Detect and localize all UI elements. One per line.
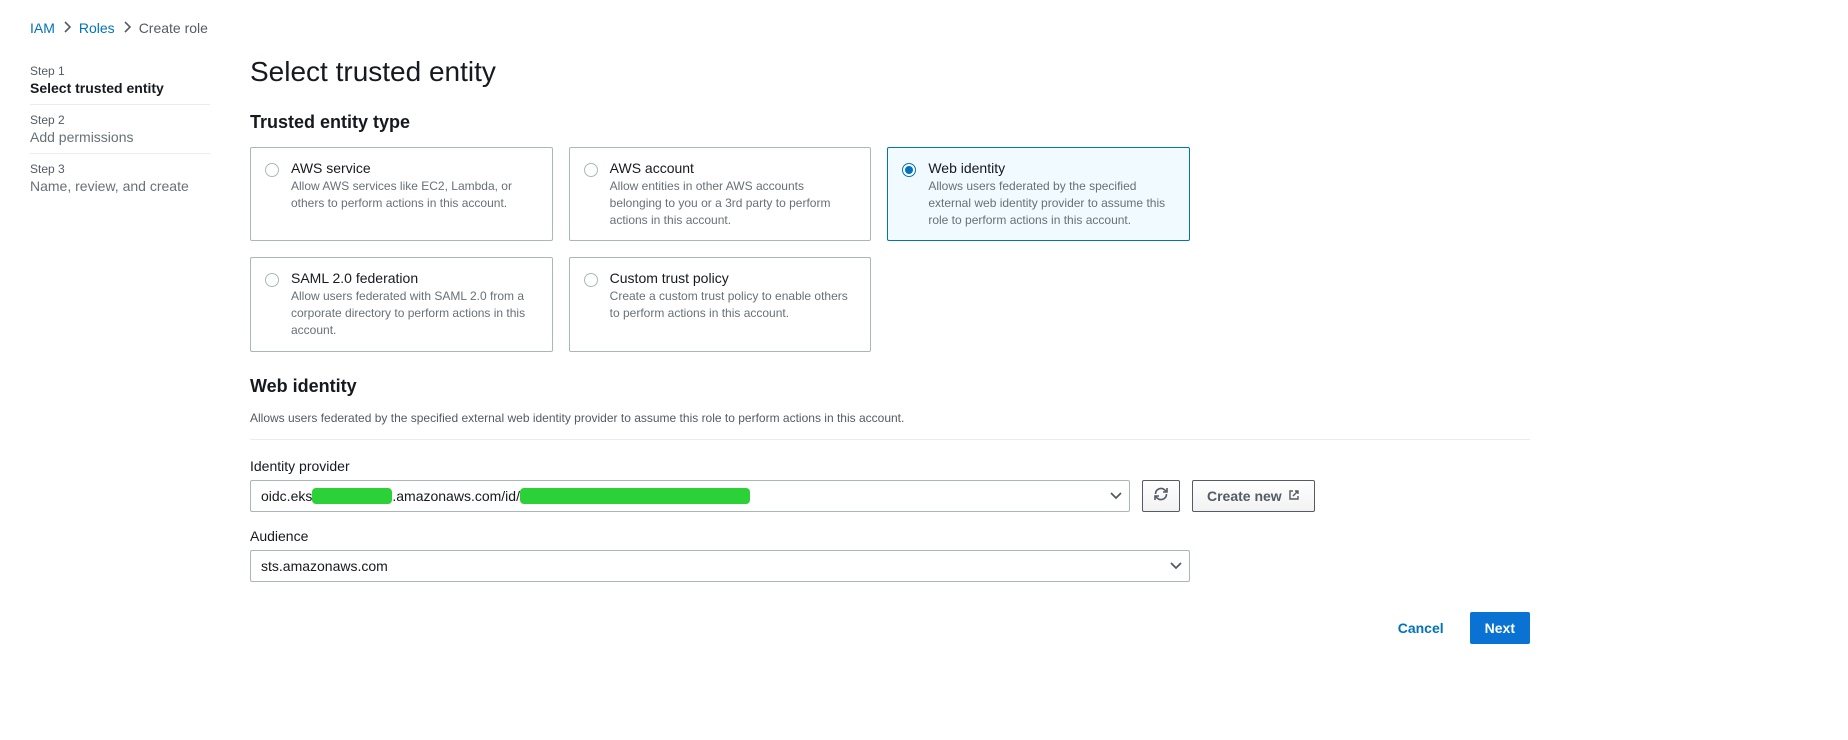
entity-type-heading: Trusted entity type	[250, 112, 1530, 133]
option-desc: Allow AWS services like EC2, Lambda, or …	[291, 178, 538, 212]
option-aws-account[interactable]: AWS account Allow entities in other AWS …	[569, 147, 872, 241]
cancel-button[interactable]: Cancel	[1384, 612, 1458, 644]
create-new-button[interactable]: Create new	[1192, 480, 1315, 512]
breadcrumb-iam[interactable]: IAM	[30, 20, 55, 36]
entity-type-options: AWS service Allow AWS services like EC2,…	[250, 147, 1190, 352]
step-number: Step 1	[30, 64, 210, 78]
option-title: SAML 2.0 federation	[291, 270, 538, 286]
identity-provider-select[interactable]: oidc.eks.amazonaws.com/id/	[250, 480, 1130, 512]
breadcrumb-roles[interactable]: Roles	[79, 20, 115, 36]
wizard-steps: Step 1 Select trusted entity Step 2 Add …	[30, 56, 210, 644]
step-number: Step 2	[30, 113, 210, 127]
chevron-right-icon	[63, 20, 71, 36]
identity-provider-label: Identity provider	[250, 458, 1530, 474]
radio-icon	[265, 163, 279, 177]
step-number: Step 3	[30, 162, 210, 176]
refresh-icon	[1153, 486, 1169, 505]
audience-select[interactable]: sts.amazonaws.com	[250, 550, 1190, 582]
redacted-id	[520, 488, 750, 504]
option-title: Custom trust policy	[610, 270, 857, 286]
identity-provider-value: oidc.eks.amazonaws.com/id/	[261, 487, 750, 505]
step-title: Name, review, and create	[30, 178, 210, 194]
step-title: Add permissions	[30, 129, 210, 145]
option-aws-service[interactable]: AWS service Allow AWS services like EC2,…	[250, 147, 553, 241]
radio-icon	[265, 273, 279, 287]
wizard-footer: Cancel Next	[250, 612, 1530, 644]
audience-label: Audience	[250, 528, 1190, 544]
option-saml-federation[interactable]: SAML 2.0 federation Allow users federate…	[250, 257, 553, 351]
radio-icon	[902, 163, 916, 177]
divider	[250, 439, 1530, 440]
breadcrumb-current: Create role	[139, 20, 208, 36]
step-2[interactable]: Step 2 Add permissions	[30, 105, 210, 154]
radio-icon	[584, 163, 598, 177]
web-identity-heading: Web identity	[250, 376, 1530, 397]
step-3[interactable]: Step 3 Name, review, and create	[30, 154, 210, 202]
step-title: Select trusted entity	[30, 80, 210, 96]
option-custom-trust-policy[interactable]: Custom trust policy Create a custom trus…	[569, 257, 872, 351]
option-desc: Create a custom trust policy to enable o…	[610, 288, 857, 322]
option-title: AWS account	[610, 160, 857, 176]
option-title: Web identity	[928, 160, 1175, 176]
radio-icon	[584, 273, 598, 287]
option-desc: Allows users federated by the specified …	[928, 178, 1175, 228]
redacted-region	[312, 488, 392, 504]
option-desc: Allow entities in other AWS accounts bel…	[610, 178, 857, 228]
option-desc: Allow users federated with SAML 2.0 from…	[291, 288, 538, 338]
audience-field: Audience sts.amazonaws.com	[250, 528, 1190, 582]
option-title: AWS service	[291, 160, 538, 176]
option-web-identity[interactable]: Web identity Allows users federated by t…	[887, 147, 1190, 241]
web-identity-sub: Allows users federated by the specified …	[250, 411, 1530, 425]
refresh-button[interactable]	[1142, 480, 1180, 512]
chevron-right-icon	[123, 20, 131, 36]
next-button[interactable]: Next	[1470, 612, 1530, 644]
main-content: Select trusted entity Trusted entity typ…	[250, 56, 1530, 644]
identity-provider-field: Identity provider oidc.eks.amazonaws.com…	[250, 458, 1530, 512]
breadcrumb: IAM Roles Create role	[30, 20, 1818, 36]
step-1[interactable]: Step 1 Select trusted entity	[30, 56, 210, 105]
external-link-icon	[1288, 488, 1300, 504]
page-title: Select trusted entity	[250, 56, 1530, 88]
audience-value: sts.amazonaws.com	[261, 558, 388, 574]
